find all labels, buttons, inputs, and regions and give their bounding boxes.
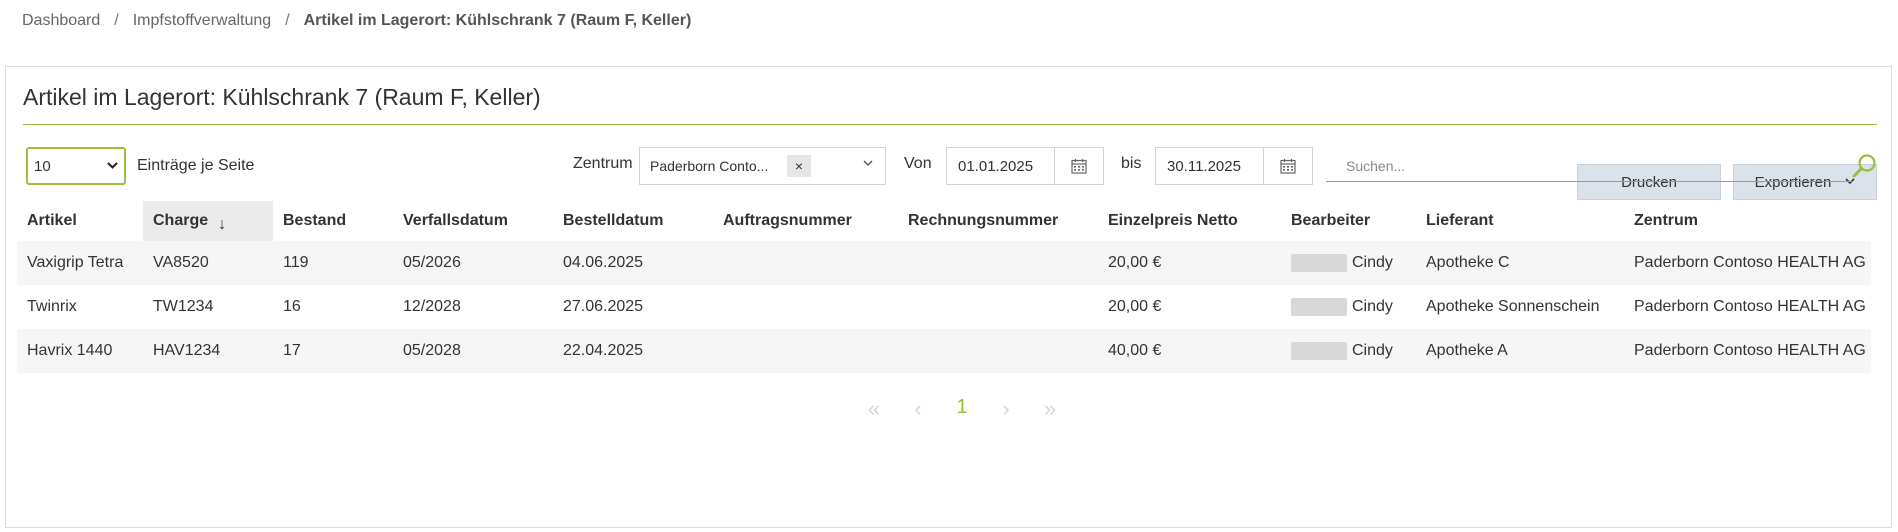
cell-verfallsdatum: 12/2028: [403, 298, 461, 315]
cell-einzelpreis: 40,00 €: [1098, 329, 1281, 373]
column-header-verfallsdatum[interactable]: Verfallsdatum: [393, 201, 553, 241]
column-header-zentrum[interactable]: Zentrum: [1624, 201, 1871, 241]
breadcrumb-separator: /: [285, 12, 290, 29]
page-size-select[interactable]: 10: [26, 147, 126, 185]
column-header-bearbeiter[interactable]: Bearbeiter: [1281, 201, 1416, 241]
cell-zentrum: Paderborn Contoso HEALTH AG: [1624, 329, 1871, 373]
cell-rechnungsnummer: [898, 285, 1098, 329]
avatar: [1291, 297, 1347, 316]
column-header-lieferant[interactable]: Lieferant: [1416, 201, 1624, 241]
column-header-einzelpreis[interactable]: Einzelpreis Netto: [1098, 201, 1281, 241]
first-page-button[interactable]: «: [852, 396, 896, 422]
articles-table: Artikel Charge ↓ Bestand Verfallsdatum Be…: [17, 201, 1871, 373]
cell-lieferant: Apotheke C: [1416, 241, 1624, 285]
zentrum-selected-value: Paderborn Conto...: [650, 158, 769, 174]
table-row[interactable]: Vaxigrip Tetra VA8520 119 05/2026 04.06.…: [17, 241, 1871, 285]
page-size-label: Einträge je Seite: [137, 157, 255, 174]
cell-auftragsnummer: [713, 285, 898, 329]
cell-bestand: 119: [273, 241, 393, 285]
column-header-charge-label: Charge: [153, 212, 209, 229]
cell-bearbeiter: Cindy: [1281, 285, 1416, 329]
cell-bestelldatum: 27.06.2025: [563, 298, 644, 315]
column-header-rechnungsnummer[interactable]: Rechnungsnummer: [898, 201, 1098, 241]
search-input[interactable]: Suchen...: [1326, 150, 1852, 182]
cell-auftragsnummer: [713, 329, 898, 373]
breadcrumb-item-impfstoffverwaltung[interactable]: Impfstoffverwaltung: [133, 12, 271, 30]
cell-charge: TW1234: [153, 298, 214, 315]
bearbeiter-name: Cindy: [1352, 342, 1393, 360]
column-header-auftragsnummer[interactable]: Auftragsnummer: [713, 201, 898, 241]
last-page-button[interactable]: »: [1028, 396, 1072, 422]
cell-lieferant: Apotheke A: [1416, 329, 1624, 373]
cell-bearbeiter: Cindy: [1281, 241, 1416, 285]
cell-bearbeiter: Cindy: [1281, 329, 1416, 373]
von-date-input[interactable]: 01.01.2025: [946, 147, 1104, 185]
page-1-button[interactable]: 1: [940, 396, 984, 422]
cell-bestelldatum: 22.04.2025: [553, 329, 713, 373]
page-title: Artikel im Lagerort: Kühlschrank 7 (Raum…: [23, 84, 541, 110]
cell-verfallsdatum: 05/2026: [393, 241, 553, 285]
bis-date-value: 30.11.2025: [1167, 157, 1241, 175]
column-header-bestand[interactable]: Bestand: [273, 201, 393, 241]
cell-auftragsnummer: [713, 241, 898, 285]
previous-page-button[interactable]: ‹: [896, 396, 940, 422]
breadcrumb: Dashboard / Impfstoffverwaltung / Artike…: [22, 12, 691, 30]
cell-lieferant: Apotheke Sonnenschein: [1426, 298, 1600, 315]
cell-artikel: Havrix 1440: [17, 329, 143, 373]
page-size-value: 10: [34, 157, 51, 175]
chevron-down-icon: [107, 160, 118, 172]
table-header-row: Artikel Charge ↓ Bestand Verfallsdatum Be…: [17, 201, 1871, 241]
cell-zentrum: Paderborn Contoso HEALTH AG: [1624, 241, 1871, 285]
cell-artikel: Vaxigrip Tetra: [17, 241, 143, 285]
column-header-artikel[interactable]: Artikel: [17, 201, 143, 241]
bearbeiter-name: Cindy: [1352, 254, 1393, 272]
cell-rechnungsnummer: [898, 329, 1098, 373]
table-row[interactable]: Twinrix TW1234 16 12/2028 27.06.2025 20,…: [17, 285, 1871, 329]
cell-bestand: 17: [273, 329, 393, 373]
cell-artikel: Twinrix: [27, 298, 77, 315]
calendar-icon[interactable]: [1263, 148, 1312, 184]
column-header-bestelldatum[interactable]: Bestelldatum: [553, 201, 713, 241]
cell-bestand: 16: [283, 298, 301, 315]
breadcrumb-separator: /: [114, 12, 119, 29]
next-page-button[interactable]: ›: [984, 396, 1028, 422]
cell-bestelldatum: 04.06.2025: [553, 241, 713, 285]
breadcrumb-current: Artikel im Lagerort: Kühlschrank 7 (Raum…: [303, 12, 692, 29]
cell-charge: VA8520: [143, 241, 273, 285]
cell-einzelpreis: 20,00 €: [1108, 298, 1162, 315]
pagination: « ‹ 1 › »: [852, 396, 1072, 422]
search-icon[interactable]: [1852, 153, 1878, 184]
avatar: [1291, 341, 1347, 360]
bis-label: bis: [1121, 155, 1142, 172]
cell-zentrum: Paderborn Contoso HEALTH AG: [1634, 298, 1866, 315]
bis-date-input[interactable]: 30.11.2025: [1155, 147, 1313, 185]
title-divider: [23, 124, 1877, 125]
von-date-value: 01.01.2025: [958, 157, 1034, 175]
bearbeiter-name: Cindy: [1352, 298, 1393, 316]
sort-descending-icon: ↓: [218, 216, 227, 233]
von-label: Von: [904, 155, 932, 172]
cell-einzelpreis: 20,00 €: [1098, 241, 1281, 285]
cell-verfallsdatum: 05/2028: [393, 329, 553, 373]
cell-rechnungsnummer: [898, 241, 1098, 285]
zentrum-label: Zentrum: [573, 155, 633, 172]
avatar: [1291, 253, 1347, 272]
zentrum-select[interactable]: Paderborn Conto... ×: [639, 147, 886, 185]
cell-charge: HAV1234: [143, 329, 273, 373]
breadcrumb-item-dashboard[interactable]: Dashboard: [22, 12, 100, 30]
column-header-charge[interactable]: Charge ↓: [143, 201, 273, 241]
clear-icon[interactable]: ×: [787, 155, 811, 177]
table-row[interactable]: Havrix 1440 HAV1234 17 05/2028 22.04.202…: [17, 329, 1871, 373]
chevron-down-icon: [863, 158, 873, 170]
calendar-icon[interactable]: [1054, 148, 1103, 184]
